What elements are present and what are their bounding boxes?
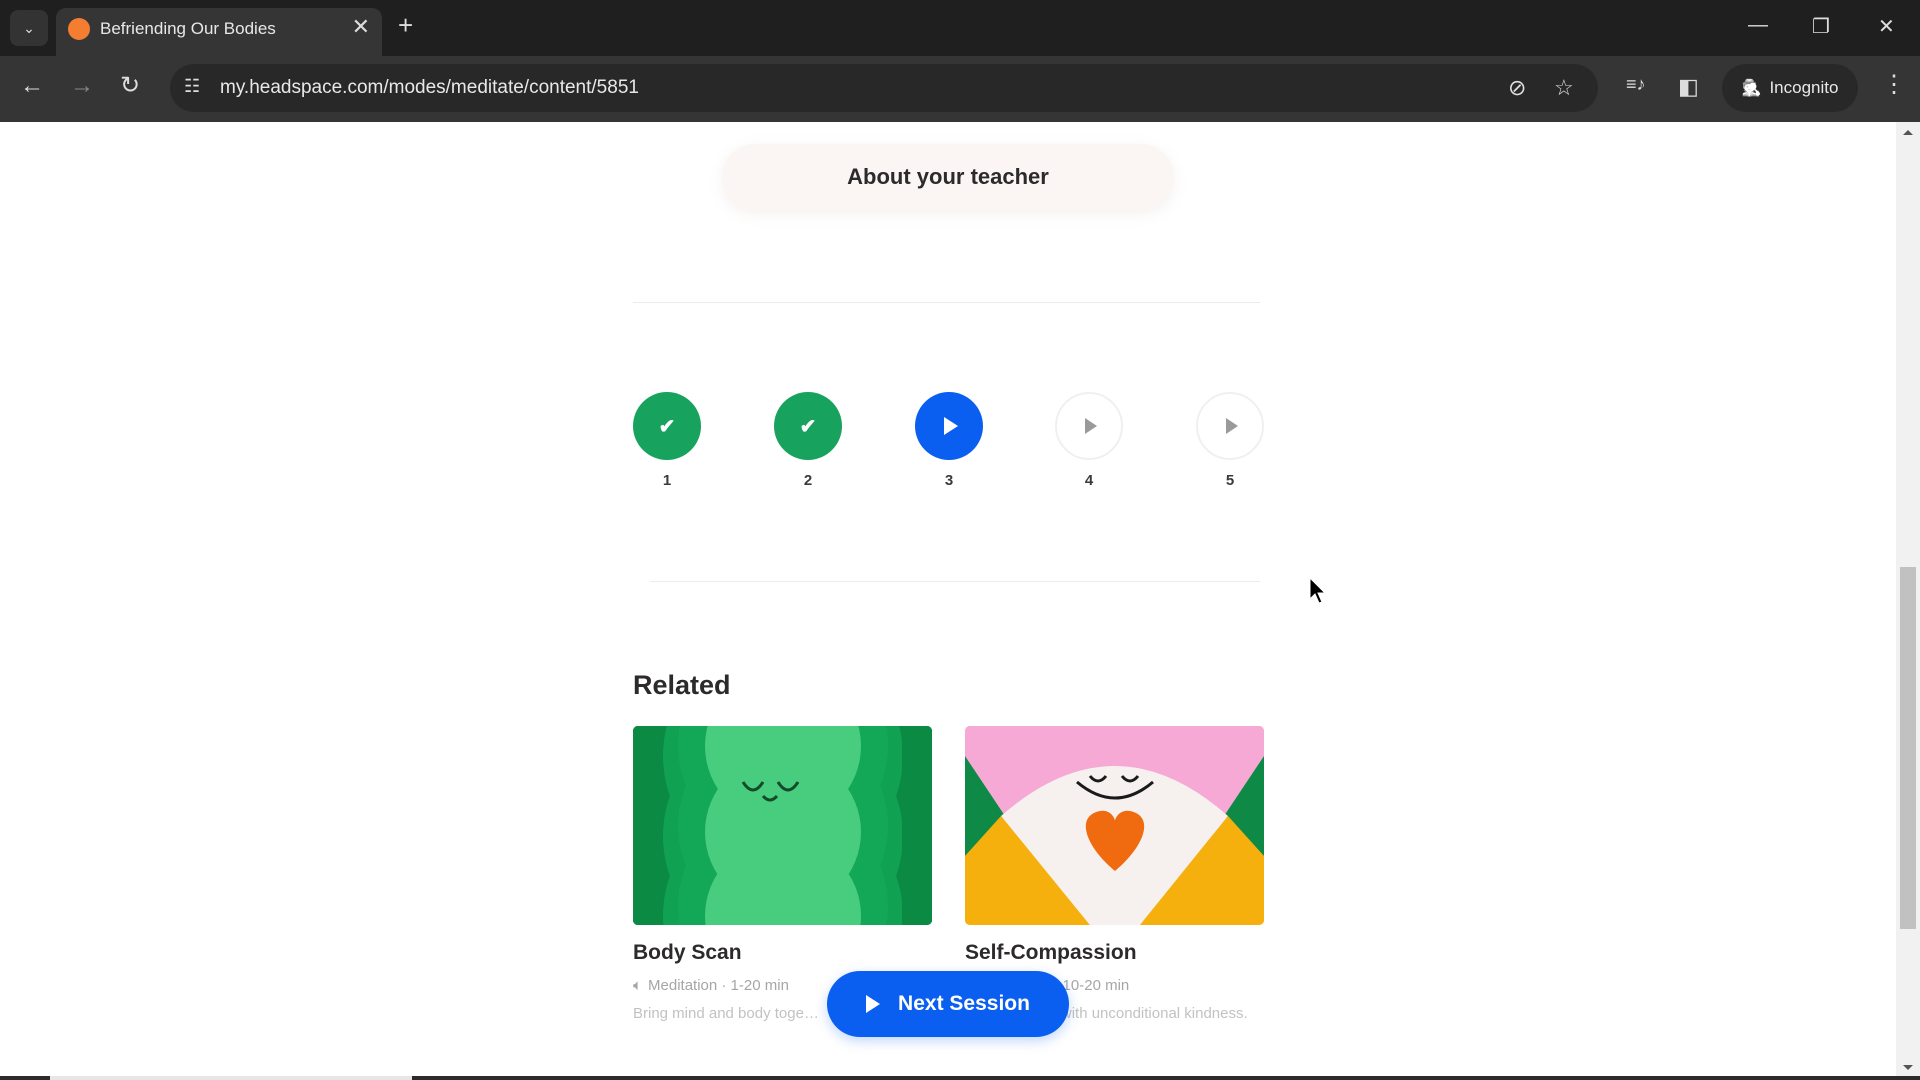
site-info-icon[interactable]: ☷ — [184, 76, 200, 97]
new-tab-button[interactable]: + — [398, 12, 413, 38]
scrollbar-thumb[interactable] — [1900, 567, 1916, 929]
session-step-5[interactable]: 5 — [1196, 392, 1264, 489]
self-compassion-illustration — [965, 726, 1264, 925]
page-content: About your teacher ✔ 1 ✔ 2 3 4 5 Related — [0, 122, 1896, 1076]
forward-button[interactable]: → — [70, 74, 94, 98]
eye-off-icon[interactable]: ⊘ — [1508, 75, 1526, 101]
tab-title: Befriending Our Bodies — [100, 19, 276, 38]
session-number: 1 — [662, 472, 672, 489]
scroll-down-arrow-icon[interactable] — [1903, 1065, 1913, 1070]
vertical-scrollbar[interactable] — [1896, 122, 1920, 1076]
restore-button[interactable]: ❐ — [1812, 14, 1830, 39]
play-icon — [1196, 392, 1264, 460]
kebab-menu-icon[interactable]: ⋮ — [1882, 70, 1906, 99]
related-heading: Related — [633, 670, 731, 700]
scroll-up-arrow-icon[interactable] — [1903, 130, 1913, 135]
reload-button[interactable]: ↻ — [120, 74, 140, 98]
url-text[interactable]: my.headspace.com/modes/meditate/content/… — [220, 77, 639, 99]
session-number: 3 — [944, 472, 954, 489]
play-icon — [866, 995, 881, 1013]
session-step-2[interactable]: ✔ 2 — [774, 392, 842, 489]
speaker-icon: 🔈︎ — [633, 977, 643, 994]
incognito-icon: 🕵 — [1741, 80, 1762, 97]
minimize-button[interactable]: — — [1748, 14, 1768, 37]
session-number: 5 — [1225, 472, 1235, 489]
media-queue-icon[interactable]: ≡♪ — [1626, 74, 1646, 95]
about-teacher-button[interactable]: About your teacher — [722, 144, 1174, 210]
session-step-3[interactable]: 3 — [915, 392, 983, 489]
browser-tab-bar: ⌄ Befriending Our Bodies ✕ + — ❐ ✕ — [0, 0, 1920, 56]
back-button[interactable]: ← — [20, 74, 44, 98]
body-scan-illustration — [633, 726, 932, 925]
divider — [650, 581, 1260, 582]
horizontal-scroll-segment — [50, 1076, 412, 1080]
next-session-label: Next Session — [898, 992, 1030, 1015]
session-step-4[interactable]: 4 — [1055, 392, 1123, 489]
check-icon: ✔ — [774, 392, 842, 460]
address-bar[interactable]: ☷ my.headspace.com/modes/meditate/conten… — [170, 64, 1598, 112]
card-title: Body Scan — [633, 941, 742, 964]
next-session-button[interactable]: Next Session — [827, 971, 1069, 1037]
check-icon: ✔ — [633, 392, 701, 460]
card-title: Self-Compassion — [965, 941, 1137, 964]
divider — [633, 302, 1260, 303]
browser-toolbar: ← → ↻ ☷ my.headspace.com/modes/meditate/… — [0, 56, 1920, 122]
session-number: 2 — [803, 472, 813, 489]
card-meta: Meditation · 1-20 min — [648, 977, 789, 994]
incognito-badge[interactable]: 🕵 Incognito — [1722, 64, 1858, 112]
close-tab-button[interactable]: ✕ — [352, 14, 370, 40]
side-panel-icon[interactable]: ◧ — [1678, 74, 1699, 100]
mouse-cursor-icon — [1309, 577, 1327, 604]
play-icon — [1055, 392, 1123, 460]
play-icon — [915, 392, 983, 460]
session-step-1[interactable]: ✔ 1 — [633, 392, 701, 489]
favicon-icon — [68, 18, 90, 40]
close-window-button[interactable]: ✕ — [1878, 14, 1895, 39]
browser-tab[interactable]: Befriending Our Bodies ✕ — [56, 8, 382, 56]
incognito-label: Incognito — [1769, 78, 1839, 97]
bottom-bar — [0, 1076, 1920, 1080]
session-number: 4 — [1084, 472, 1094, 489]
star-icon[interactable]: ☆ — [1554, 75, 1574, 101]
chevron-down-icon: ⌄ — [23, 19, 35, 36]
tab-search-button[interactable]: ⌄ — [10, 10, 48, 46]
